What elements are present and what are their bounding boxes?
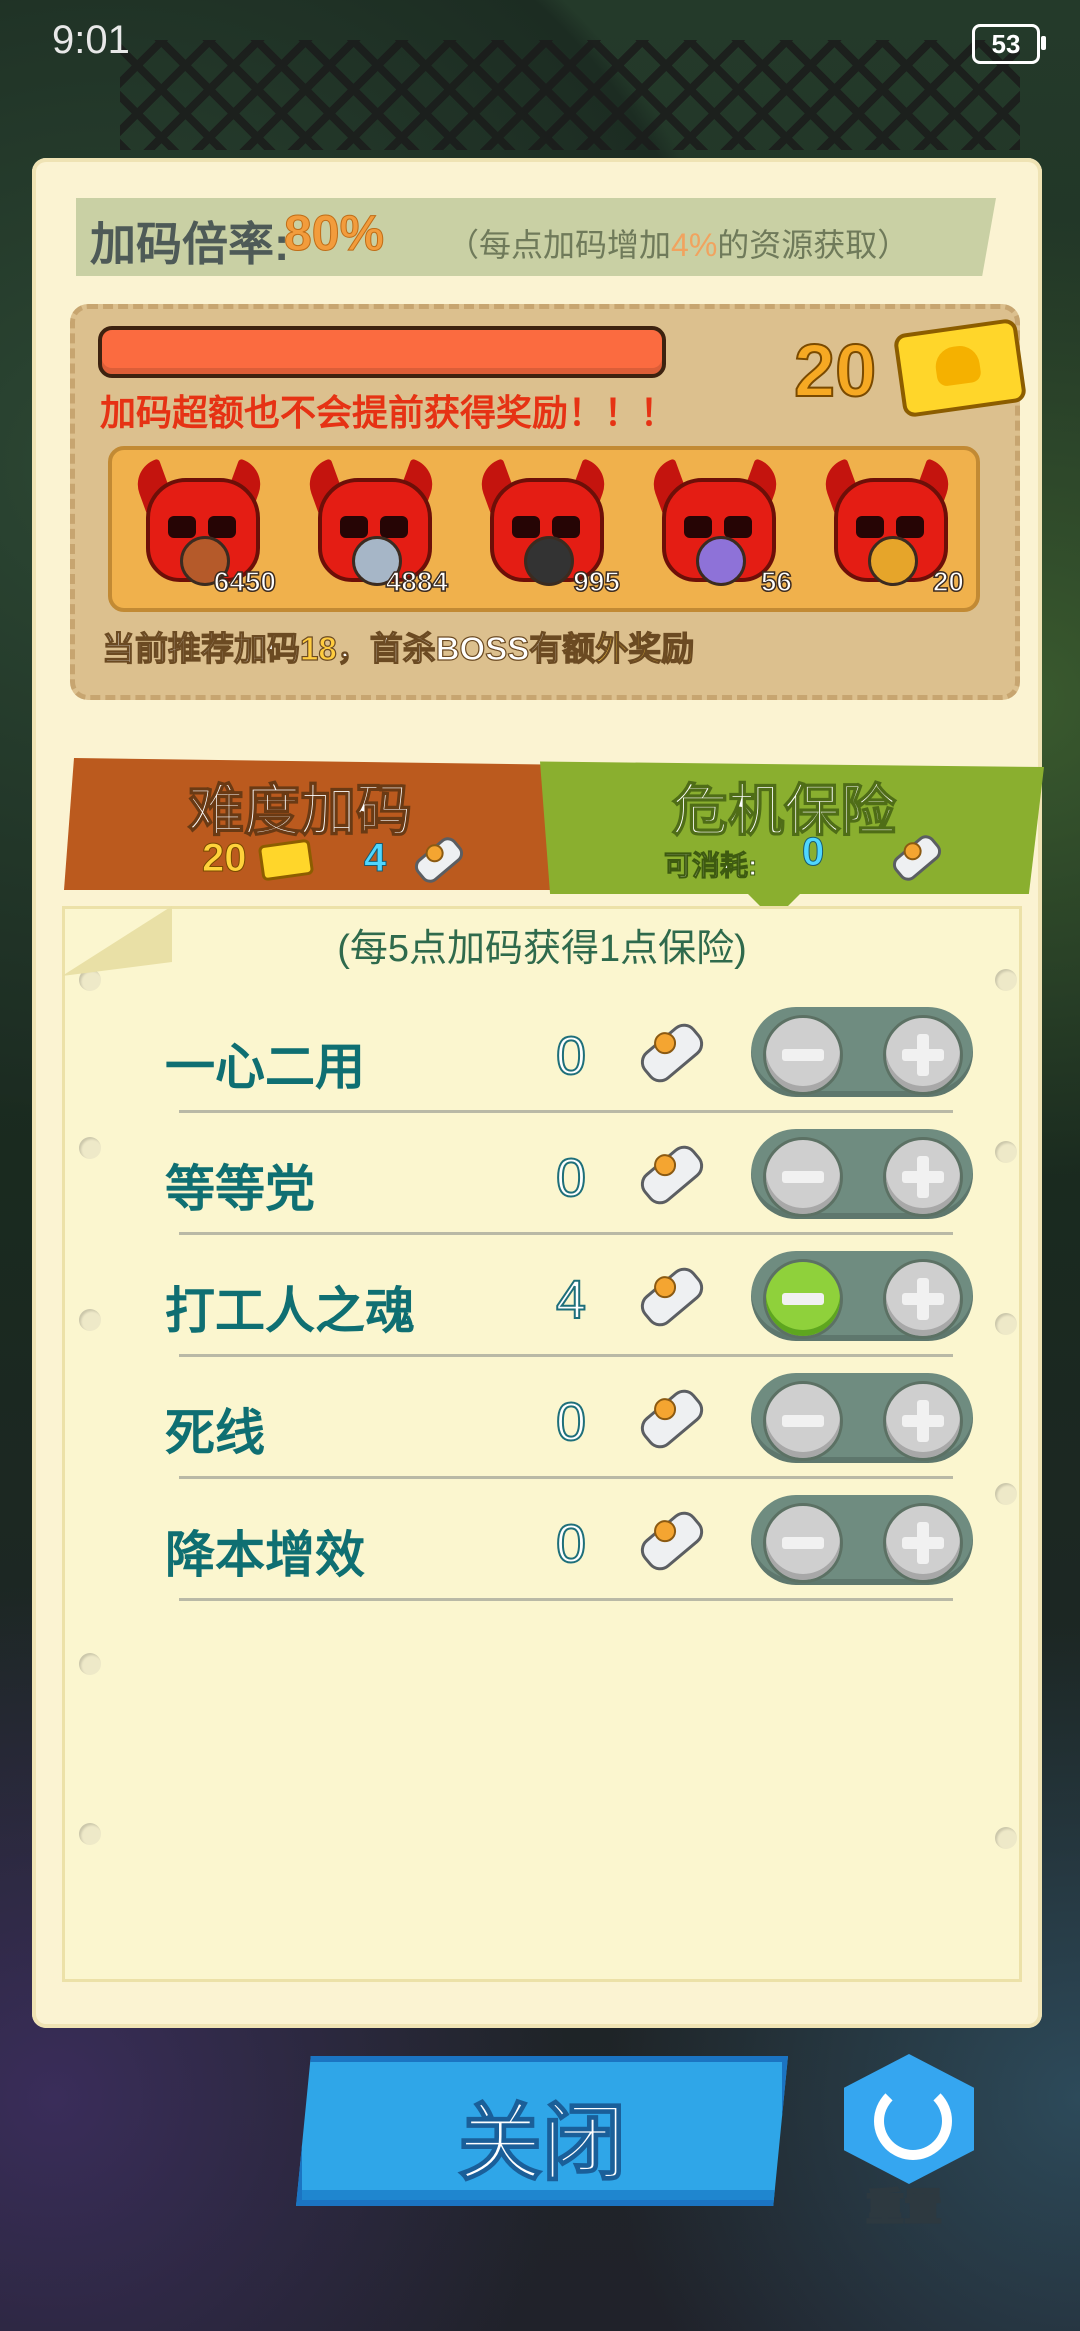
scroll-icon <box>635 1017 709 1089</box>
reward-count: 4884 <box>385 565 449 598</box>
difficulty-scroll-count: 4 <box>363 836 387 881</box>
insurance-name: 一心二用 <box>165 1039 365 1095</box>
increment-button[interactable] <box>883 1381 963 1461</box>
increment-button[interactable] <box>883 1137 963 1217</box>
increment-button[interactable] <box>883 1015 963 1095</box>
decrement-button[interactable] <box>763 1259 843 1339</box>
decrement-button[interactable] <box>763 1503 843 1583</box>
reward-count: 20 <box>932 565 965 598</box>
scroll-icon <box>410 833 468 887</box>
consumable-count: 0 <box>801 830 825 875</box>
difficulty-ticket-count: 20 <box>202 836 247 881</box>
reward-count: 56 <box>760 565 793 598</box>
crown-icon <box>868 536 918 586</box>
ticket-icon <box>892 317 1028 419</box>
scroll-icon <box>635 1261 709 1333</box>
list-item: 一心二用 0 <box>65 991 1019 1113</box>
status-time: 9:01 <box>52 18 130 62</box>
scroll-icon <box>888 831 946 885</box>
quantity-stepper <box>751 1495 973 1585</box>
insurance-count: 4 <box>555 1269 587 1331</box>
paper-hole <box>995 1827 1017 1849</box>
quantity-stepper <box>751 1373 973 1463</box>
decrement-button[interactable] <box>763 1137 843 1217</box>
increment-button[interactable] <box>883 1259 963 1339</box>
insurance-list[interactable]: (每5点加码获得1点保险) 一心二用 0 等等党 0 打工人之魂 4 死线 0 … <box>62 906 1022 1982</box>
list-item: 打工人之魂 4 <box>65 1235 1019 1357</box>
tab-difficulty-title: 难度加码 <box>187 778 413 843</box>
ticket-count: 20 <box>793 328 877 413</box>
boss-reward-3[interactable]: 995 <box>456 450 628 608</box>
insurance-name: 打工人之魂 <box>165 1283 415 1339</box>
reward-count: 995 <box>573 565 621 598</box>
insurance-count: 0 <box>555 1391 587 1453</box>
consumable-label: 可消耗: <box>663 850 758 882</box>
fence-decoration <box>120 40 1020 150</box>
boss-reward-4[interactable]: 56 <box>628 450 800 608</box>
row-divider <box>179 1598 953 1601</box>
list-header: (每5点加码获得1点保险) <box>337 928 747 970</box>
tab-insurance-title: 危机保险 <box>671 778 897 843</box>
rate-description: （每点加码增加4%的资源获取） <box>447 220 909 266</box>
rate-desc-suffix: 的资源获取） <box>717 227 910 263</box>
insurance-name: 死线 <box>165 1405 265 1461</box>
insurance-name: 降本增效 <box>165 1527 365 1583</box>
reset-button-label: 重置 <box>865 2186 943 2230</box>
tab-difficulty[interactable]: 难度加码 20 4 <box>64 758 564 890</box>
insurance-count: 0 <box>555 1025 587 1087</box>
recommend-text: 当前推荐加码18，首杀BOSS有额外奖励 <box>101 622 695 670</box>
scroll-icon <box>635 1139 709 1211</box>
quantity-stepper <box>751 1129 973 1219</box>
list-item: 等等党 0 <box>65 1113 1019 1235</box>
scroll-icon <box>635 1383 709 1455</box>
insurance-count: 0 <box>555 1147 587 1209</box>
reset-icon <box>874 2082 952 2160</box>
list-item: 降本增效 0 <box>65 1479 1019 1601</box>
list-item: 死线 0 <box>65 1357 1019 1479</box>
rate-value: 80% <box>283 205 385 262</box>
recommend-number: 18 <box>299 629 337 667</box>
decrement-button[interactable] <box>763 1381 843 1461</box>
extra-reward-text: 额外奖励 <box>562 629 695 667</box>
close-button-label: 关闭 <box>457 2095 627 2191</box>
quantity-stepper <box>751 1251 973 1341</box>
rate-label: 加码倍率: <box>90 218 290 270</box>
tab-insurance[interactable]: 危机保险 可消耗: 0 <box>540 761 1044 894</box>
paper-hole <box>995 969 1017 991</box>
insurance-name: 等等党 <box>165 1161 315 1217</box>
boss-reward-2[interactable]: 4884 <box>284 450 456 608</box>
scroll-icon <box>635 1505 709 1577</box>
paper-hole <box>79 1823 101 1845</box>
ticket-icon <box>257 838 315 882</box>
increment-button[interactable] <box>883 1503 963 1583</box>
recommend-prefix: 当前推荐加码 <box>101 629 300 667</box>
battery-icon: 53 <box>972 24 1046 64</box>
reward-count: 6450 <box>213 565 277 598</box>
boss-reward-1[interactable]: 6450 <box>112 450 284 608</box>
rate-desc-percent: 4% <box>671 227 718 263</box>
close-button[interactable]: 关闭 <box>296 2056 788 2206</box>
battery-icon <box>524 536 574 586</box>
insurance-count: 0 <box>555 1513 587 1575</box>
boss-reward-row: 6450 4884 995 56 20 <box>108 446 980 612</box>
insurance-panel: 加码倍率: 80% （每点加码增加4%的资源获取） 加码超额也不会提前获得奖励！… <box>32 158 1044 2028</box>
boss-reward-5[interactable]: 20 <box>800 450 972 608</box>
progress-bar <box>98 326 666 378</box>
potion-icon <box>696 536 746 586</box>
paper-hole <box>79 1653 101 1675</box>
recommend-middle: ，首杀BOSS有 <box>336 629 563 667</box>
warning-text: 加码超额也不会提前获得奖励！！！ <box>100 392 677 433</box>
decrement-button[interactable] <box>763 1015 843 1095</box>
quantity-stepper <box>751 1007 973 1097</box>
rate-desc-prefix: （每点加码增加 <box>447 227 672 263</box>
